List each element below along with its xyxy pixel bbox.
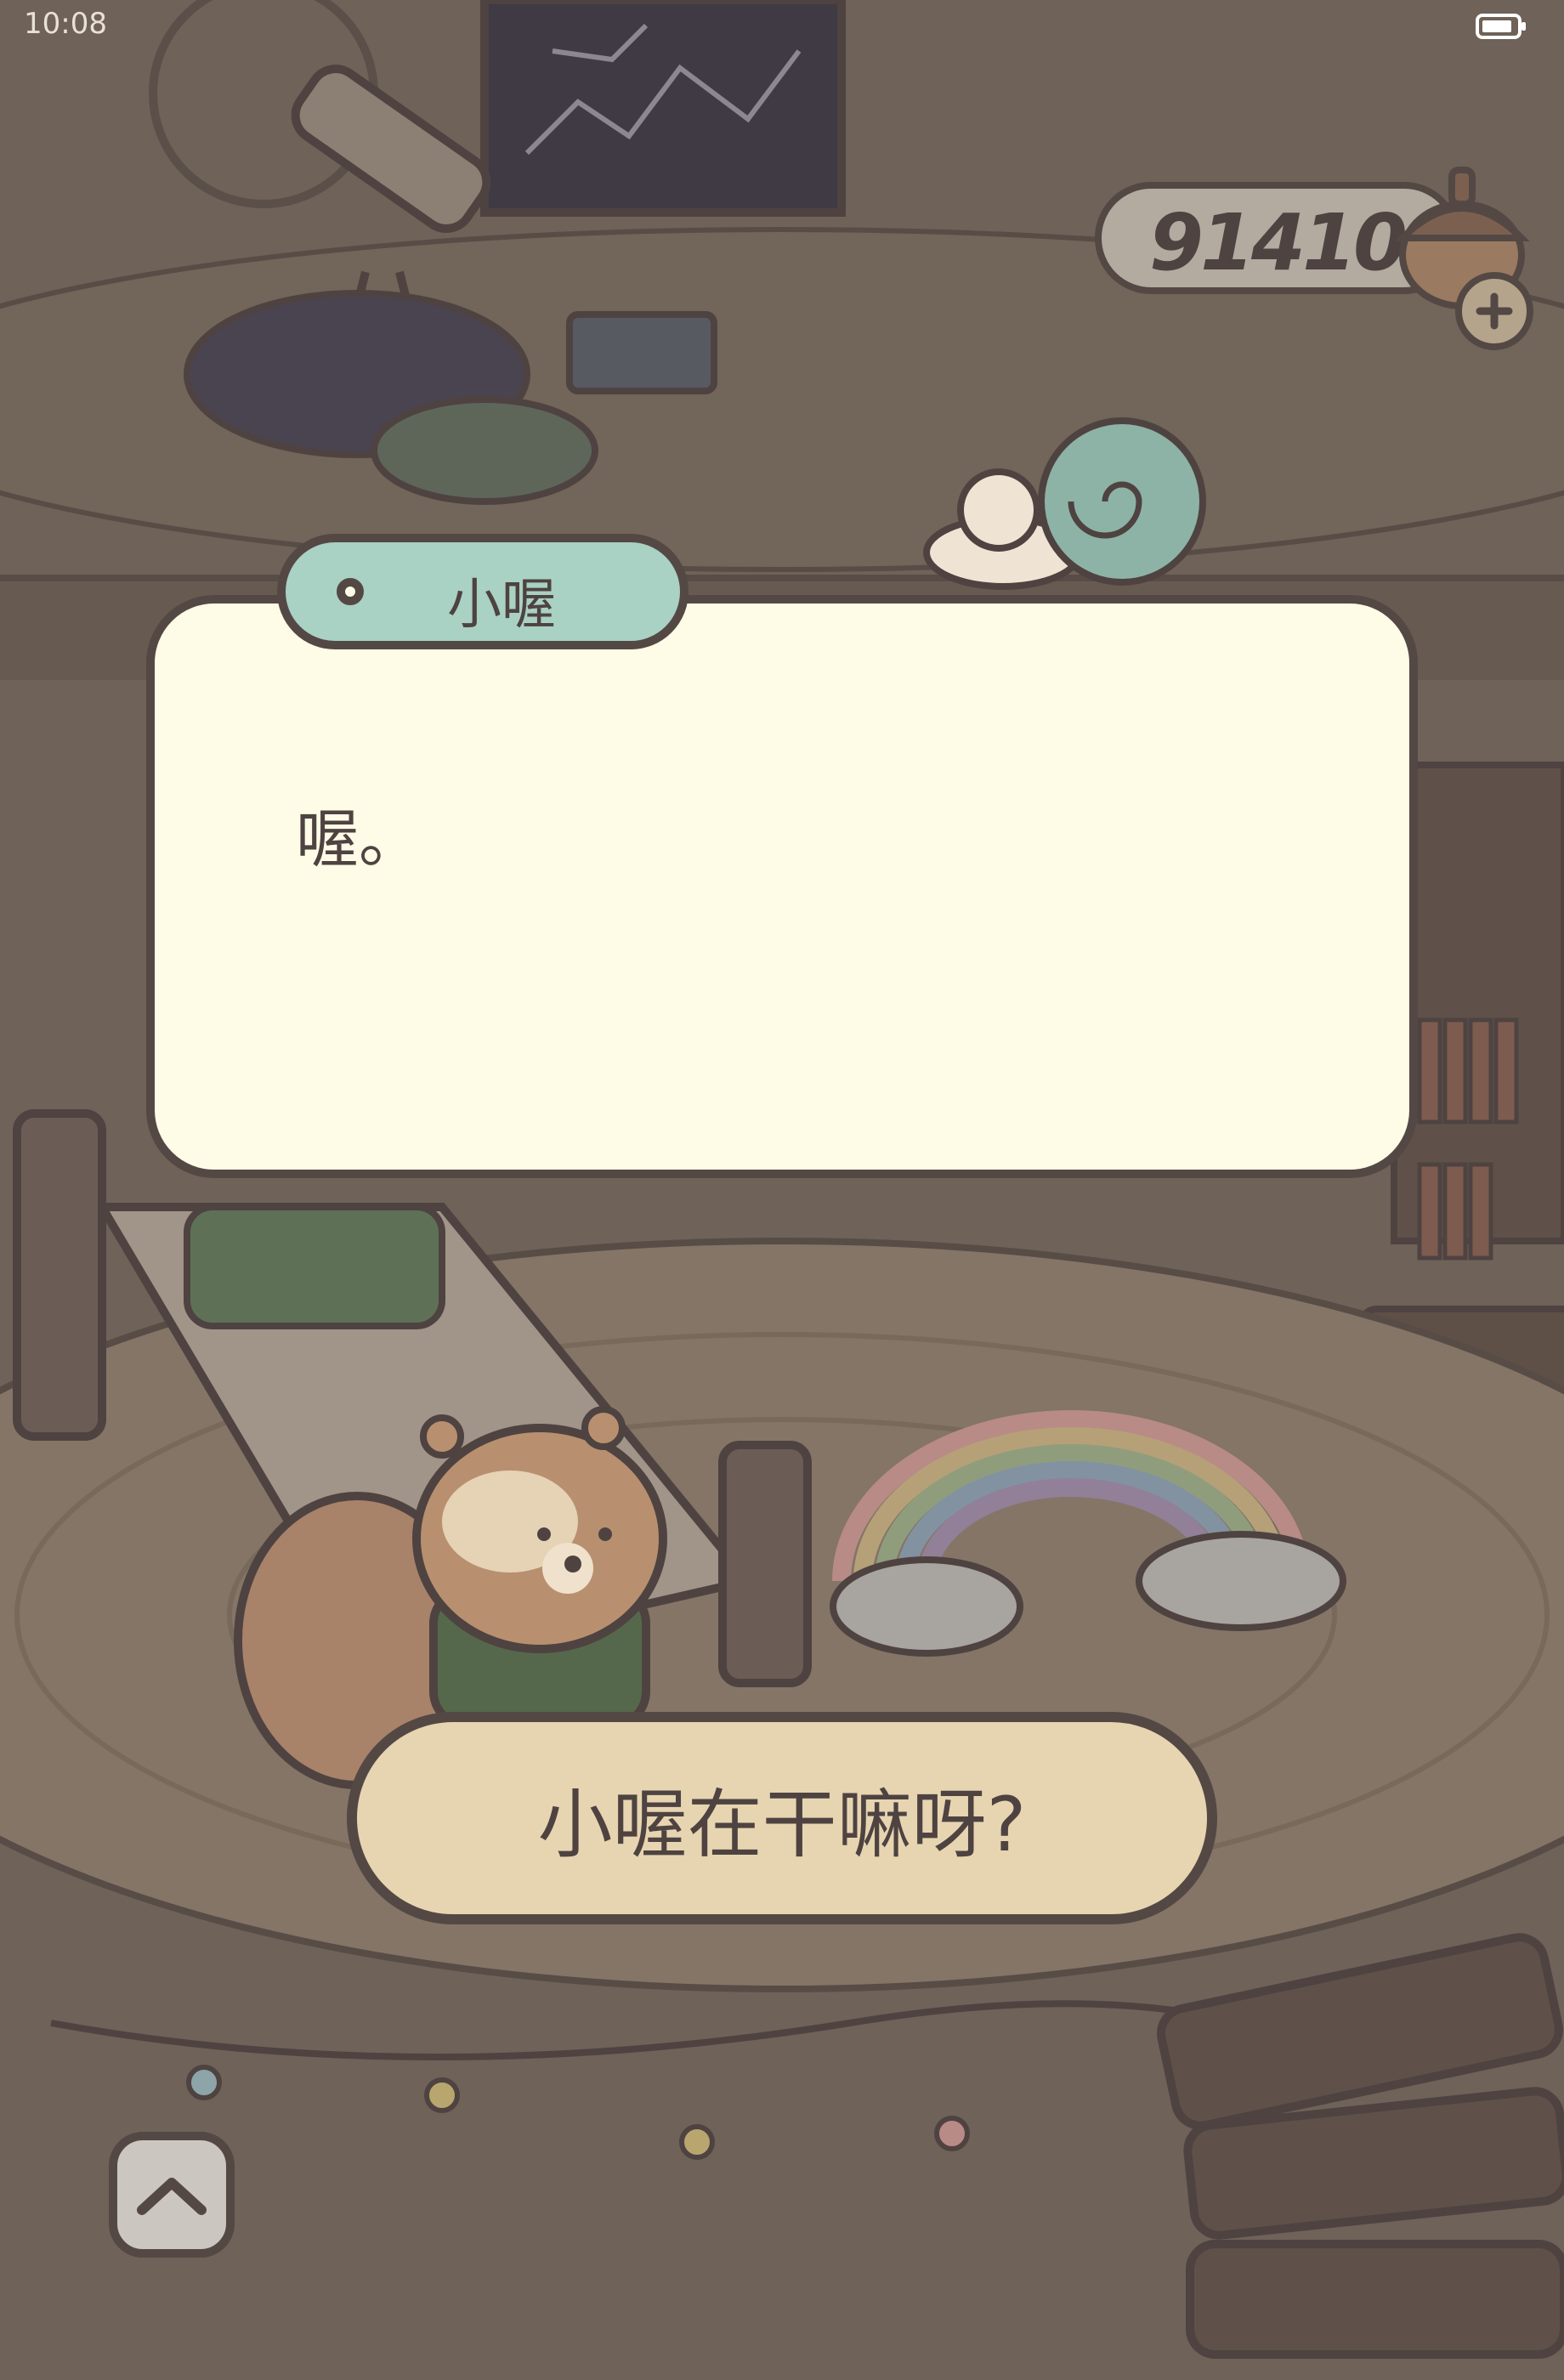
dialog-choice-button[interactable]: 小喔在干嘛呀? <box>347 1712 1217 1924</box>
speaker-name-tag: 小喔 <box>277 534 688 649</box>
dialog-choice-label: 小喔在干嘛呀? <box>537 1780 1027 1868</box>
speaker-dot-icon <box>337 578 364 605</box>
chevron-up-icon <box>137 2178 207 2215</box>
plus-icon <box>1476 292 1513 330</box>
status-time: 10:08 <box>24 7 107 41</box>
add-currency-button[interactable] <box>1455 272 1533 350</box>
battery-icon <box>1476 14 1526 39</box>
dialog-box[interactable]: 喔。 <box>146 595 1418 1178</box>
expand-menu-button[interactable] <box>109 2132 235 2258</box>
speaker-name: 小喔 <box>447 574 556 637</box>
dialog-text: 喔。 <box>296 803 422 876</box>
currency-amount: 91410 <box>1149 197 1408 288</box>
room-scene <box>0 0 1564 2380</box>
